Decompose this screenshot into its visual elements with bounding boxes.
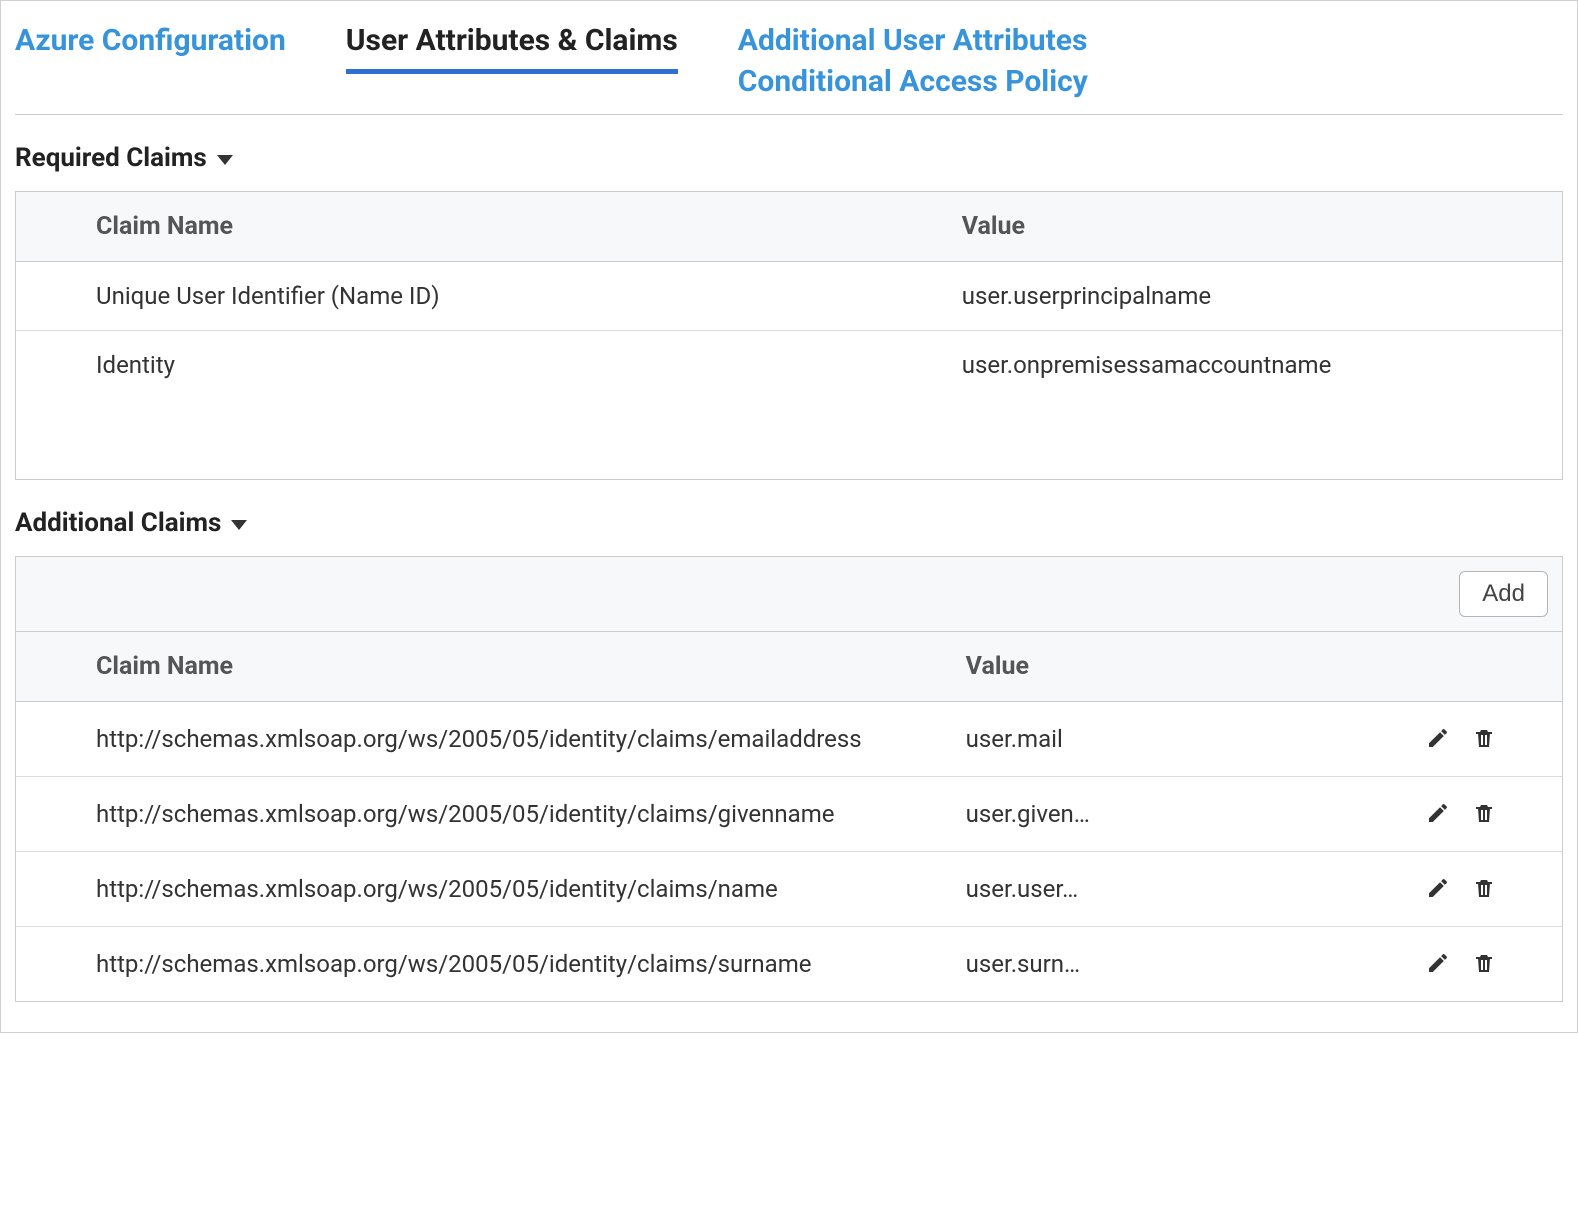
col-value: Value <box>882 192 1562 262</box>
edit-icon[interactable] <box>1422 872 1454 904</box>
claim-value-cell: user.surn… <box>886 927 1422 1002</box>
additional-claims-table: Claim Name Value http://schemas.xmlsoap.… <box>16 632 1562 1001</box>
add-button[interactable]: Add <box>1459 571 1548 617</box>
required-claims-table: Claim Name Value Unique User Identifier … <box>16 192 1562 399</box>
edit-icon[interactable] <box>1422 947 1454 979</box>
tab-user-attributes-claims[interactable]: User Attributes & Claims <box>346 21 678 74</box>
claim-value-cell: user.mail <box>886 702 1422 777</box>
tab-bar: Azure Configuration User Attributes & Cl… <box>15 1 1563 115</box>
trash-icon[interactable] <box>1468 872 1500 904</box>
claim-name-cell: http://schemas.xmlsoap.org/ws/2005/05/id… <box>16 927 886 1002</box>
claim-name-cell: Identity <box>16 331 882 400</box>
additional-claims-panel: Add Claim Name Value http://schemas.xmls… <box>15 556 1563 1002</box>
col-claim-name: Claim Name <box>16 192 882 262</box>
table-row: http://schemas.xmlsoap.org/ws/2005/05/id… <box>16 702 1562 777</box>
table-row: Identity user.onpremisessamaccountname <box>16 331 1562 400</box>
claim-name-cell: http://schemas.xmlsoap.org/ws/2005/05/id… <box>16 702 886 777</box>
caret-down-icon <box>231 520 247 530</box>
edit-icon[interactable] <box>1422 722 1454 754</box>
claim-value-cell: user.given… <box>886 777 1422 852</box>
claim-name-cell: http://schemas.xmlsoap.org/ws/2005/05/id… <box>16 777 886 852</box>
tab-conditional-access-policy-label: Conditional Access Policy <box>738 62 1088 103</box>
table-row: Unique User Identifier (Name ID) user.us… <box>16 262 1562 331</box>
required-claims-toggle[interactable]: Required Claims <box>15 143 1563 173</box>
table-row: http://schemas.xmlsoap.org/ws/2005/05/id… <box>16 927 1562 1002</box>
claim-value-cell: user.onpremisessamaccountname <box>882 331 1562 400</box>
caret-down-icon <box>217 155 233 165</box>
tab-azure-configuration[interactable]: Azure Configuration <box>15 21 286 74</box>
required-claims-title: Required Claims <box>15 143 207 173</box>
claim-value-cell: user.user… <box>886 852 1422 927</box>
col-value: Value <box>886 632 1422 702</box>
col-claim-name: Claim Name <box>16 632 886 702</box>
additional-claims-toggle[interactable]: Additional Claims <box>15 508 1563 538</box>
additional-claims-toolbar: Add <box>16 557 1562 632</box>
claim-value-cell: user.userprincipalname <box>882 262 1562 331</box>
table-row: http://schemas.xmlsoap.org/ws/2005/05/id… <box>16 852 1562 927</box>
trash-icon[interactable] <box>1468 947 1500 979</box>
edit-icon[interactable] <box>1422 797 1454 829</box>
trash-icon[interactable] <box>1468 797 1500 829</box>
table-row: http://schemas.xmlsoap.org/ws/2005/05/id… <box>16 777 1562 852</box>
trash-icon[interactable] <box>1468 722 1500 754</box>
additional-claims-title: Additional Claims <box>15 508 221 538</box>
claim-name-cell: Unique User Identifier (Name ID) <box>16 262 882 331</box>
claim-name-cell: http://schemas.xmlsoap.org/ws/2005/05/id… <box>16 852 886 927</box>
required-claims-panel: Claim Name Value Unique User Identifier … <box>15 191 1563 480</box>
tab-additional-user-attributes-label: Additional User Attributes <box>738 21 1088 62</box>
tab-additional-conditional[interactable]: Additional User Attributes Conditional A… <box>738 21 1088 114</box>
